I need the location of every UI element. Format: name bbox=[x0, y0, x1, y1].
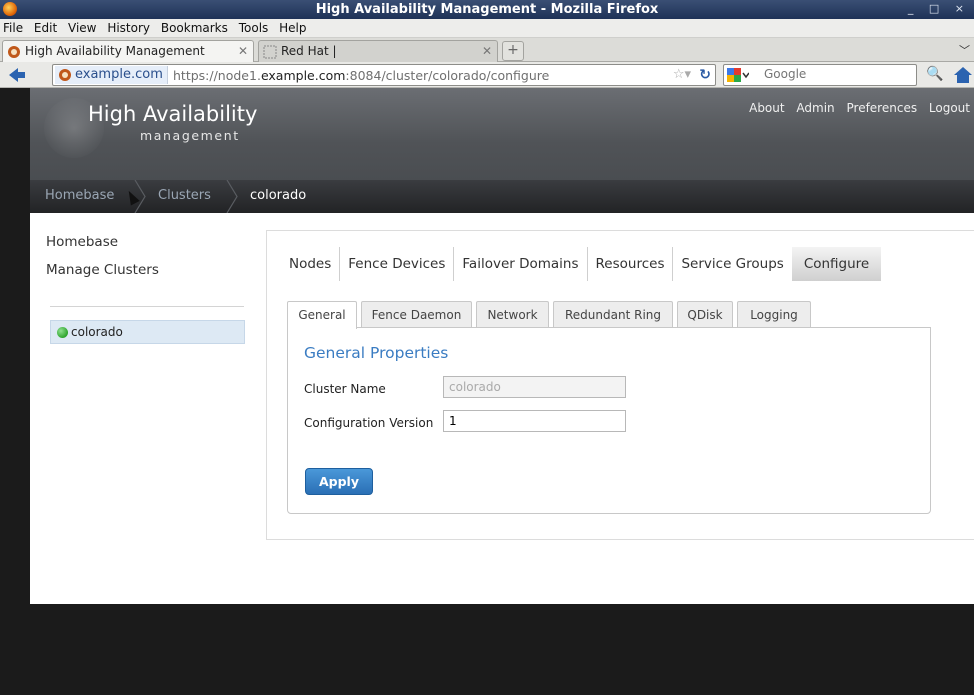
breadcrumb-current: colorado bbox=[250, 188, 307, 203]
close-tab-icon[interactable]: ✕ bbox=[482, 44, 492, 58]
subtab-general[interactable]: General bbox=[287, 301, 357, 329]
tab-fence-devices[interactable]: Fence Devices bbox=[340, 247, 455, 281]
breadcrumb-separator-icon bbox=[226, 180, 238, 213]
google-search-engine-icon[interactable] bbox=[727, 68, 749, 82]
url-text[interactable]: https://node1.example.com:8084/cluster/c… bbox=[173, 68, 549, 83]
breadcrumb-clusters[interactable]: Clusters bbox=[158, 188, 211, 203]
about-link[interactable]: About bbox=[749, 101, 784, 115]
menu-file[interactable]: File bbox=[0, 19, 27, 35]
tab-strip: High Availability Management ✕ Red Hat |… bbox=[0, 38, 974, 62]
menu-tools[interactable]: Tools bbox=[236, 19, 273, 35]
page-favicon-icon bbox=[263, 45, 277, 59]
menu-edit[interactable]: Edit bbox=[31, 19, 61, 35]
sidebar-divider bbox=[50, 306, 244, 307]
reload-icon[interactable]: ↻ bbox=[699, 67, 711, 83]
site-domain: example.com bbox=[75, 67, 163, 82]
web-page: High Availability management About Admin… bbox=[30, 88, 974, 604]
new-tab-button[interactable]: + bbox=[502, 41, 524, 61]
menu-bookmarks[interactable]: Bookmarks bbox=[158, 19, 232, 35]
sidebar-item-cluster[interactable]: colorado bbox=[50, 320, 245, 344]
window-title: High Availability Management - Mozilla F… bbox=[315, 2, 659, 17]
menu-view[interactable]: View bbox=[65, 19, 100, 35]
search-bar[interactable] bbox=[723, 64, 917, 86]
browser-tab-redhat[interactable]: Red Hat | ✕ bbox=[258, 40, 498, 62]
breadcrumb: Homebase Clusters colorado bbox=[30, 180, 974, 213]
app-header: High Availability management About Admin… bbox=[30, 88, 974, 180]
subtab-network[interactable]: Network bbox=[476, 301, 549, 328]
breadcrumb-homebase[interactable]: Homebase bbox=[45, 188, 114, 203]
panel-title: General Properties bbox=[304, 344, 449, 362]
tab-configure[interactable]: Configure bbox=[791, 247, 882, 281]
window-left-strip bbox=[0, 88, 30, 695]
logout-link[interactable]: Logout bbox=[929, 101, 970, 115]
binoculars-icon[interactable]: 🔍 bbox=[926, 66, 943, 82]
menu-help[interactable]: Help bbox=[276, 19, 310, 35]
config-version-label: Configuration Version bbox=[304, 416, 434, 430]
menu-history[interactable]: History bbox=[104, 19, 154, 35]
window-titlebar: High Availability Management - Mozilla F… bbox=[0, 0, 974, 19]
subtab-qdisk[interactable]: QDisk bbox=[677, 301, 733, 328]
tab-label: High Availability Management bbox=[25, 44, 205, 58]
subtab-fence-daemon[interactable]: Fence Daemon bbox=[361, 301, 472, 328]
cluster-name: colorado bbox=[71, 325, 123, 339]
sidebar-item-homebase[interactable]: Homebase bbox=[46, 234, 246, 250]
apply-button[interactable]: Apply bbox=[305, 468, 373, 495]
home-icon[interactable] bbox=[952, 65, 974, 85]
cluster-name-field[interactable] bbox=[443, 376, 626, 398]
cluster-nav: Nodes Fence Devices Failover Domains Resour… bbox=[281, 247, 882, 281]
subtab-logging[interactable]: Logging bbox=[737, 301, 811, 328]
site-identity-button[interactable]: example.com bbox=[55, 66, 168, 84]
menu-bar: File Edit View History Bookmarks Tools H… bbox=[0, 19, 974, 38]
sidebar-item-manage-clusters[interactable]: Manage Clusters bbox=[46, 262, 246, 278]
app-subtitle: management bbox=[140, 128, 240, 143]
navigation-bar: example.com https://node1.example.com:80… bbox=[0, 62, 974, 88]
tab-nodes[interactable]: Nodes bbox=[281, 247, 341, 281]
cluster-name-label: Cluster Name bbox=[304, 382, 386, 396]
url-suffix: :8084/cluster/colorado/configure bbox=[345, 68, 550, 83]
url-domain: example.com bbox=[260, 68, 346, 83]
tab-service-groups[interactable]: Service Groups bbox=[673, 247, 791, 281]
tab-resources[interactable]: Resources bbox=[588, 247, 674, 281]
url-prefix: https://node1. bbox=[173, 68, 261, 83]
config-version-field[interactable] bbox=[443, 410, 626, 432]
site-favicon-icon bbox=[59, 69, 71, 81]
subtab-redundant-ring[interactable]: Redundant Ring bbox=[553, 301, 673, 328]
sidebar: Homebase Manage Clusters colorado bbox=[46, 234, 246, 344]
tab-list-chevron-icon[interactable]: ﹀ bbox=[959, 42, 970, 58]
main-content: Nodes Fence Devices Failover Domains Resour… bbox=[266, 230, 974, 540]
top-links: About Admin Preferences Logout bbox=[741, 101, 970, 115]
search-input[interactable] bbox=[764, 67, 914, 81]
gear-favicon-icon bbox=[8, 46, 20, 58]
app-title: High Availability bbox=[88, 102, 258, 126]
preferences-link[interactable]: Preferences bbox=[847, 101, 918, 115]
window-controls[interactable]: _ □ × bbox=[908, 2, 970, 15]
browser-tab-ha[interactable]: High Availability Management ✕ bbox=[2, 40, 254, 62]
close-tab-icon[interactable]: ✕ bbox=[238, 44, 248, 58]
status-ok-icon bbox=[57, 327, 68, 338]
url-bar[interactable]: example.com https://node1.example.com:80… bbox=[52, 64, 716, 86]
back-arrow-icon[interactable] bbox=[6, 65, 28, 85]
admin-link[interactable]: Admin bbox=[796, 101, 834, 115]
general-properties-panel: General Properties Cluster Name Configur… bbox=[287, 327, 931, 514]
bookmark-star-icon[interactable]: ☆▾ bbox=[673, 67, 691, 82]
tab-failover-domains[interactable]: Failover Domains bbox=[454, 247, 588, 281]
tab-label: Red Hat | bbox=[281, 44, 337, 58]
